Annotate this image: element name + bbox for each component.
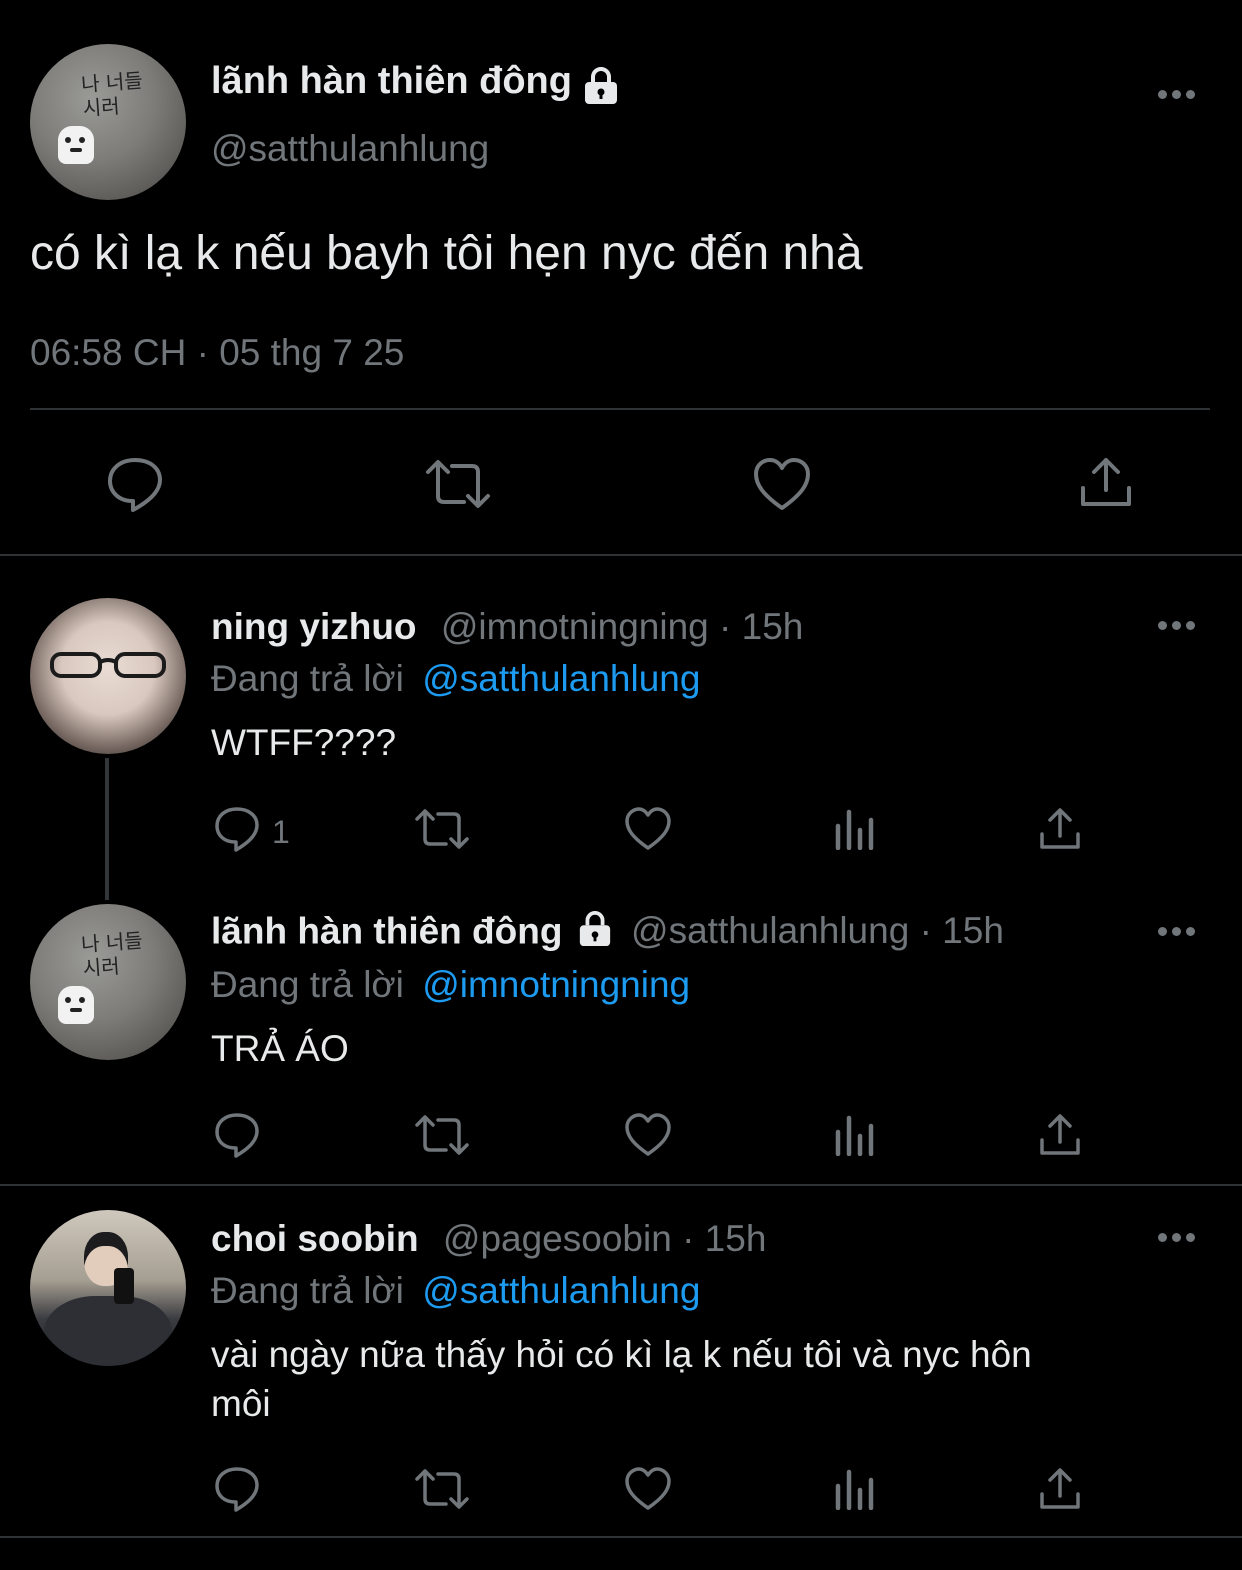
reply-2-views-icon[interactable] bbox=[834, 1114, 876, 1156]
main-like-icon[interactable] bbox=[752, 456, 812, 512]
reply-3-views-icon[interactable] bbox=[834, 1468, 876, 1510]
reply-3-text-line-1: vài ngày nữa thấy hỏi có kì lạ k nếu tôi… bbox=[211, 1334, 1032, 1375]
replying-label: Đang trả lời bbox=[211, 658, 404, 699]
reply-3-share-icon[interactable] bbox=[1038, 1466, 1082, 1512]
reply-2-avatar[interactable]: 나 너들 시러 bbox=[30, 904, 186, 1060]
lock-icon bbox=[582, 66, 620, 111]
reply-1-display-name: ning yizhuo bbox=[211, 606, 417, 647]
avatar-body bbox=[44, 1296, 172, 1366]
main-tweet-text: có kì lạ k nếu bayh tôi hẹn nyc đến nhà bbox=[30, 227, 863, 280]
reply-1-reply-count: 1 bbox=[272, 814, 290, 850]
main-tweet-handle[interactable]: @satthulanhlung bbox=[211, 128, 489, 170]
lock-icon bbox=[577, 910, 613, 957]
reply-1-reply-icon[interactable] bbox=[214, 806, 260, 852]
reply-1-avatar[interactable] bbox=[30, 598, 186, 754]
reply-1-meta: @imnotningning · 15h bbox=[440, 606, 804, 647]
reply-1-like-icon[interactable] bbox=[624, 806, 672, 852]
reply-3-header[interactable]: choi soobin @pagesoobin · 15h bbox=[211, 1218, 766, 1260]
reply-2-reply-icon[interactable] bbox=[214, 1112, 260, 1158]
reply-2-meta: @satthulanhlung · 15h bbox=[631, 910, 1004, 952]
reply-3-avatar[interactable] bbox=[30, 1210, 186, 1366]
reply-2-divider bbox=[0, 1184, 1242, 1186]
reply-1-share-icon[interactable] bbox=[1038, 806, 1082, 852]
replying-to-link[interactable]: @imnotningning bbox=[422, 964, 690, 1005]
replying-to-link[interactable]: @satthulanhlung bbox=[422, 1270, 700, 1311]
reply-3-like-icon[interactable] bbox=[624, 1466, 672, 1512]
reply-3-meta: @pagesoobin · 15h bbox=[442, 1218, 767, 1259]
ghost-sticker bbox=[58, 986, 94, 1024]
reply-2-retweet-icon[interactable] bbox=[414, 1114, 470, 1156]
reply-2-display-name: lãnh hàn thiên đông bbox=[211, 910, 563, 952]
avatar-graffiti: 나 너들 시러 bbox=[80, 68, 144, 121]
main-tweet-divider bbox=[30, 408, 1210, 410]
reply-3-retweet-icon[interactable] bbox=[414, 1468, 470, 1510]
glasses-graphic bbox=[50, 652, 166, 678]
main-share-icon[interactable] bbox=[1078, 454, 1134, 510]
avatar-graffiti: 나 너들 시러 bbox=[80, 928, 144, 981]
ghost-sticker bbox=[58, 126, 94, 164]
main-tweet-more-icon[interactable] bbox=[1158, 90, 1198, 100]
reply-1-more-icon[interactable] bbox=[1158, 621, 1198, 631]
thread-line bbox=[105, 758, 109, 900]
reply-3-replying-to: Đang trả lời @satthulanhlung bbox=[211, 1270, 700, 1312]
reply-3-divider bbox=[0, 1536, 1242, 1538]
reply-1-retweet-icon[interactable] bbox=[414, 808, 470, 850]
main-tweet-display-name: lãnh hàn thiên đông bbox=[211, 60, 572, 102]
main-retweet-icon[interactable] bbox=[424, 458, 492, 510]
reply-1-header[interactable]: ning yizhuo @imnotningning · 15h bbox=[211, 606, 803, 648]
reply-1-views-icon[interactable] bbox=[834, 808, 876, 850]
reply-2-more-icon[interactable] bbox=[1158, 927, 1198, 937]
reply-2-header[interactable]: lãnh hàn thiên đông @satthulanhlung · 15… bbox=[211, 910, 1004, 957]
reply-2-like-icon[interactable] bbox=[624, 1112, 672, 1158]
reply-3-text-line-2: môi bbox=[211, 1383, 271, 1424]
reply-2-replying-to: Đang trả lời @imnotningning bbox=[211, 964, 690, 1006]
main-tweet-display-name-row[interactable]: lãnh hàn thiên đông bbox=[211, 60, 620, 110]
reply-1-replying-to: Đang trả lời @satthulanhlung bbox=[211, 658, 700, 700]
reply-2-text: TRẢ ÁO bbox=[211, 1028, 349, 1069]
replying-to-link[interactable]: @satthulanhlung bbox=[422, 658, 700, 699]
main-tweet-timestamp[interactable]: 06:58 CH · 05 thg 7 25 bbox=[30, 332, 404, 374]
replying-label: Đang trả lời bbox=[211, 964, 404, 1005]
reply-2-share-icon[interactable] bbox=[1038, 1112, 1082, 1158]
replying-label: Đang trả lời bbox=[211, 1270, 404, 1311]
reply-3-display-name: choi soobin bbox=[211, 1218, 419, 1259]
main-tweet-avatar[interactable]: 나 너들 시러 bbox=[30, 44, 186, 200]
reply-3-reply-icon[interactable] bbox=[214, 1466, 260, 1512]
avatar-phone bbox=[114, 1268, 134, 1304]
main-reply-icon[interactable] bbox=[106, 456, 164, 512]
reply-1-text: WTFF???? bbox=[211, 722, 397, 763]
reply-3-more-icon[interactable] bbox=[1158, 1233, 1198, 1243]
main-tweet-bottom-divider bbox=[0, 554, 1242, 556]
